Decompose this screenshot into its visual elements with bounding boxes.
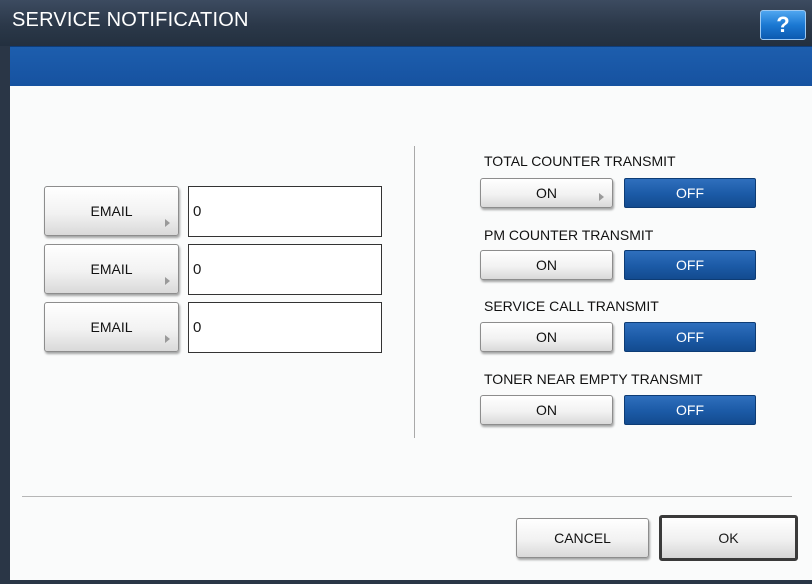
email-button-3[interactable]: EMAIL	[44, 302, 179, 352]
service-call-transmit-label: SERVICE CALL TRANSMIT	[484, 298, 659, 314]
cancel-label: CANCEL	[554, 530, 611, 546]
email-button-1[interactable]: EMAIL	[44, 186, 179, 236]
arrow-right-icon	[599, 193, 604, 201]
email-address-field-1[interactable]: 0	[188, 186, 382, 237]
toner-near-empty-off-button[interactable]: OFF	[624, 395, 756, 425]
toner-near-empty-on-button[interactable]: ON	[480, 395, 613, 425]
cancel-button[interactable]: CANCEL	[516, 518, 649, 558]
dialog-title: SERVICE NOTIFICATION	[12, 9, 249, 31]
help-button[interactable]: ?	[760, 10, 806, 40]
email-button-2[interactable]: EMAIL	[44, 244, 179, 294]
arrow-right-icon	[165, 335, 170, 343]
total-counter-transmit-label: TOTAL COUNTER TRANSMIT	[484, 153, 676, 169]
total-counter-on-button[interactable]: ON	[480, 178, 613, 208]
email-button-label: EMAIL	[90, 261, 133, 277]
on-label: ON	[536, 185, 557, 201]
ok-button[interactable]: OK	[659, 515, 798, 561]
on-label: ON	[536, 257, 557, 273]
email-address-field-3[interactable]: 0	[188, 302, 382, 353]
email-address-field-2[interactable]: 0	[188, 244, 382, 295]
service-call-on-button[interactable]: ON	[480, 322, 613, 352]
email-button-label: EMAIL	[90, 319, 133, 335]
arrow-right-icon	[165, 277, 170, 285]
footer-divider	[22, 496, 792, 497]
total-counter-off-button[interactable]: OFF	[624, 178, 756, 208]
pm-counter-off-button[interactable]: OFF	[624, 250, 756, 280]
pm-counter-transmit-label: PM COUNTER TRANSMIT	[484, 227, 654, 243]
on-label: ON	[536, 329, 557, 345]
title-bar: SERVICE NOTIFICATION ?	[0, 0, 812, 46]
email-button-label: EMAIL	[90, 203, 133, 219]
arrow-right-icon	[165, 219, 170, 227]
toner-near-empty-transmit-label: TONER NEAR EMPTY TRANSMIT	[484, 371, 703, 387]
pm-counter-on-button[interactable]: ON	[480, 250, 613, 280]
panel-divider	[414, 146, 415, 438]
on-label: ON	[536, 402, 557, 418]
service-call-off-button[interactable]: OFF	[624, 322, 756, 352]
subtitle-bar	[10, 46, 812, 86]
